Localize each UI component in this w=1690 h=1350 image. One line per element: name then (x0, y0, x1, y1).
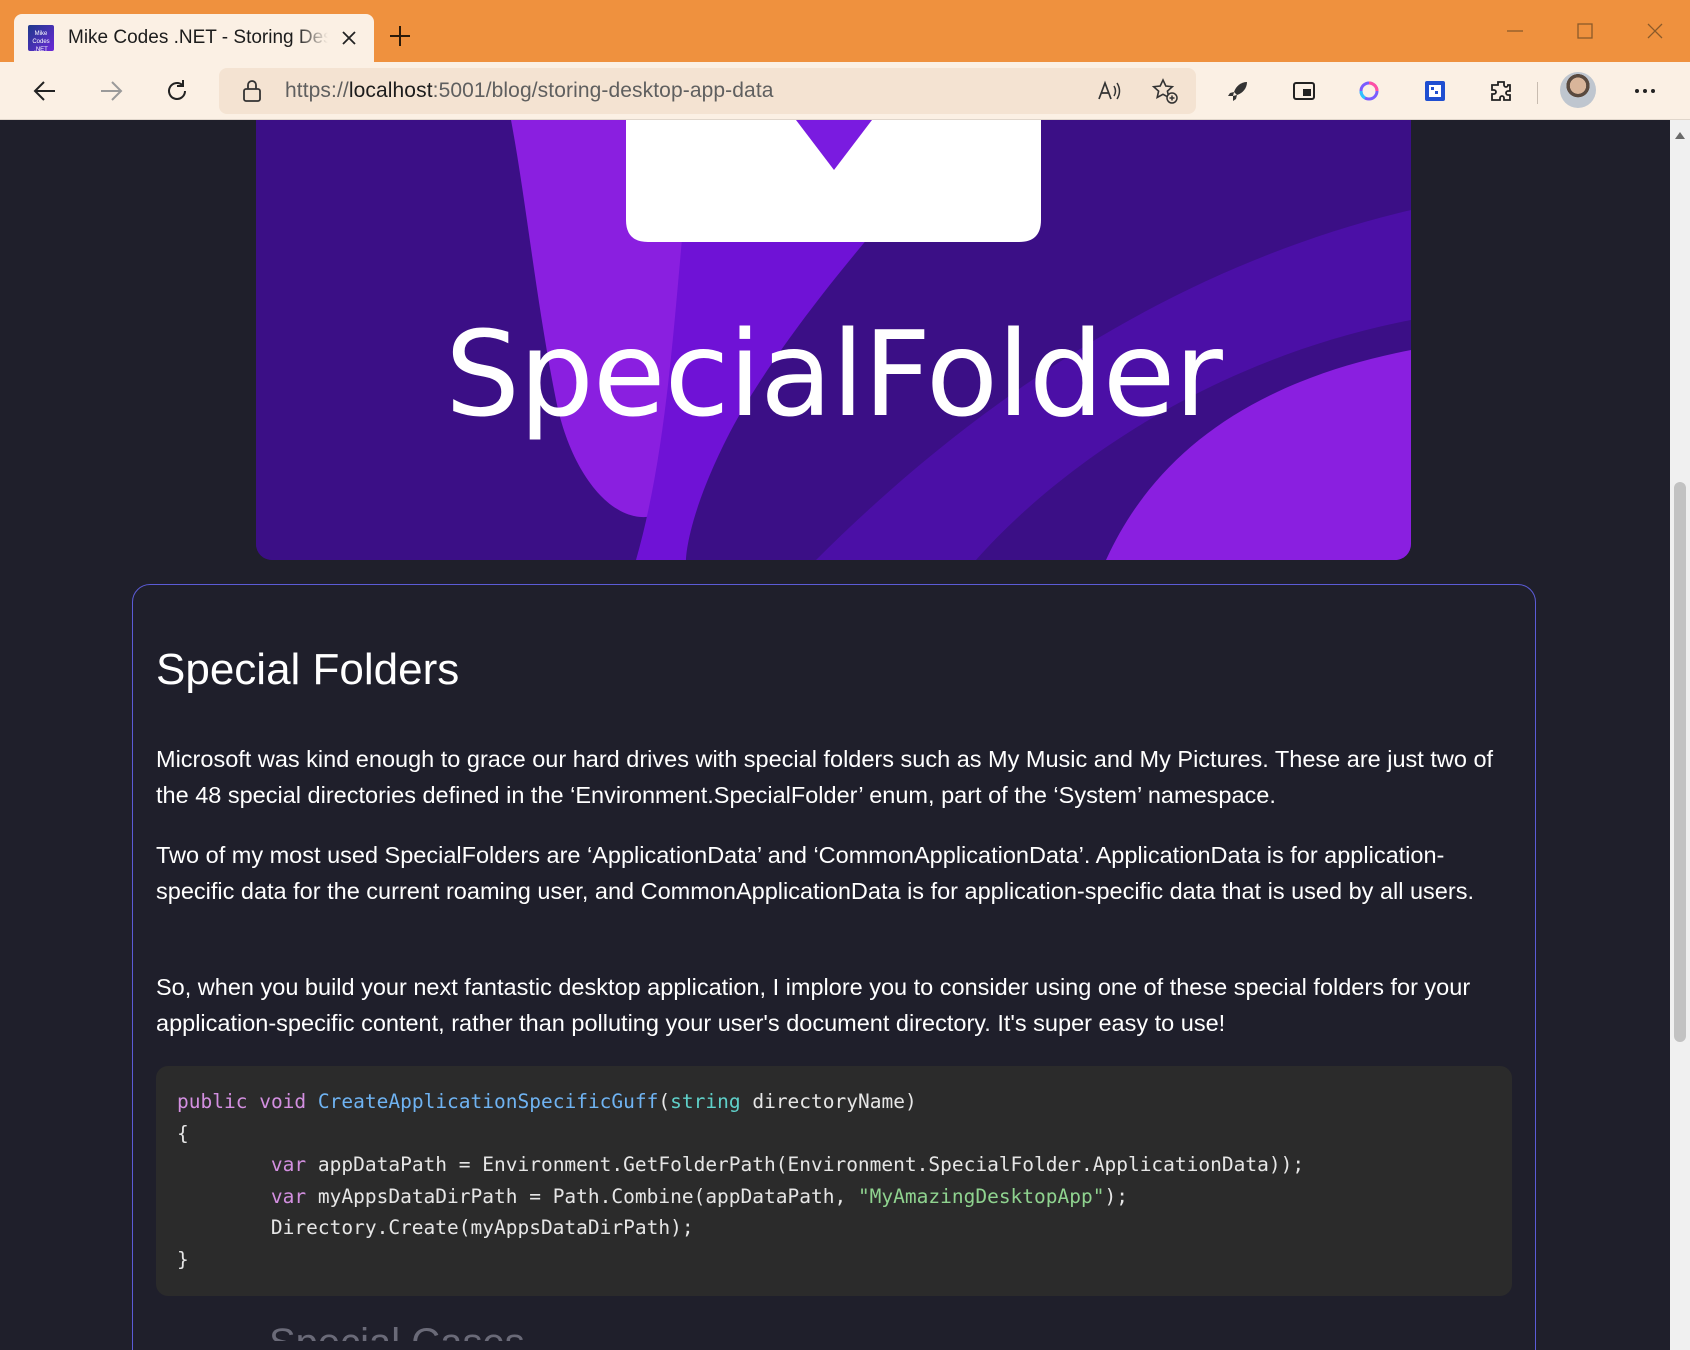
code-block: public void CreateApplicationSpecificGuf… (156, 1066, 1512, 1296)
scroll-thumb[interactable] (1674, 482, 1686, 1042)
code-text: ( (658, 1090, 671, 1113)
copilot-icon[interactable] (1351, 73, 1387, 109)
paragraph: So, when you build your next fantastic d… (156, 974, 1471, 1036)
code-type: string (670, 1090, 741, 1113)
extensions-icon[interactable] (1483, 73, 1519, 109)
browser-title-bar: Mike Codes .NET Mike Codes .NET - Storin… (0, 0, 1690, 62)
code-keyword: void (259, 1090, 307, 1113)
code-text: { (177, 1121, 189, 1145)
minimize-icon[interactable] (1500, 16, 1530, 46)
next-heading-partial: Special Cases (269, 1323, 525, 1341)
code-keyword: public (177, 1090, 248, 1113)
extension-icon[interactable] (1417, 73, 1453, 109)
code-text: directoryName) (740, 1090, 917, 1113)
page-scrollbar[interactable] (1670, 120, 1690, 1350)
close-window-icon[interactable] (1640, 16, 1670, 46)
code-text: Directory.Create(myAppsDataDirPath); (270, 1216, 694, 1239)
address-bar[interactable]: https://localhost:5001/blog/storing-desk… (219, 68, 1196, 114)
back-icon[interactable] (27, 73, 63, 109)
code-keyword: var (270, 1184, 307, 1208)
code-function-name: CreateApplicationSpecificGuff (317, 1090, 659, 1113)
browser-tab[interactable]: Mike Codes .NET Mike Codes .NET - Storin… (14, 14, 374, 62)
url-scheme: https:// (285, 79, 349, 102)
rocket-icon[interactable] (1220, 73, 1256, 109)
read-aloud-icon[interactable] (1091, 73, 1127, 109)
hero-title: SpecialFolder (445, 305, 1223, 443)
maximize-icon[interactable] (1570, 16, 1600, 46)
add-favorite-icon[interactable] (1147, 73, 1183, 109)
forward-icon[interactable] (93, 73, 129, 109)
split-screen-icon[interactable] (1286, 73, 1322, 109)
code-text: appDataPath = Environment.GetFolderPath(… (306, 1153, 1305, 1176)
code-keyword: var (270, 1153, 307, 1176)
new-tab-icon[interactable] (386, 22, 414, 50)
close-tab-icon[interactable] (338, 27, 360, 49)
section-heading: Special Folders (156, 645, 460, 694)
url-text[interactable]: https://localhost:5001/blog/storing-desk… (285, 79, 774, 103)
paragraph: Microsoft was kind enough to grace our h… (156, 746, 1494, 808)
scroll-up-icon[interactable] (1675, 126, 1685, 144)
code-string: "MyAmazingDesktopApp" (857, 1184, 1105, 1208)
paragraph: Two of my most used SpecialFolders are ‘… (156, 842, 1474, 904)
lock-icon[interactable] (241, 79, 263, 108)
code-text: } (177, 1247, 189, 1271)
browser-toolbar: https://localhost:5001/blog/storing-desk… (0, 62, 1690, 120)
hero-image: SpecialFolder (256, 120, 1411, 560)
refresh-icon[interactable] (159, 73, 195, 109)
more-icon[interactable] (1627, 73, 1663, 109)
article-card: Special Folders Microsoft was kind enoug… (132, 584, 1536, 1350)
site-favicon: Mike Codes .NET (28, 25, 54, 53)
url-host: localhost (348, 79, 433, 102)
toolbar-divider (1537, 82, 1538, 104)
code-text: ); (1104, 1184, 1128, 1208)
code-text: myAppsDataDirPath = Path.Combine(appData… (306, 1184, 858, 1208)
tab-title: Mike Codes .NET - Storing Desktop App Da… (68, 27, 328, 48)
profile-avatar[interactable] (1560, 72, 1596, 108)
url-path: :5001/blog/storing-desktop-app-data (432, 79, 774, 102)
